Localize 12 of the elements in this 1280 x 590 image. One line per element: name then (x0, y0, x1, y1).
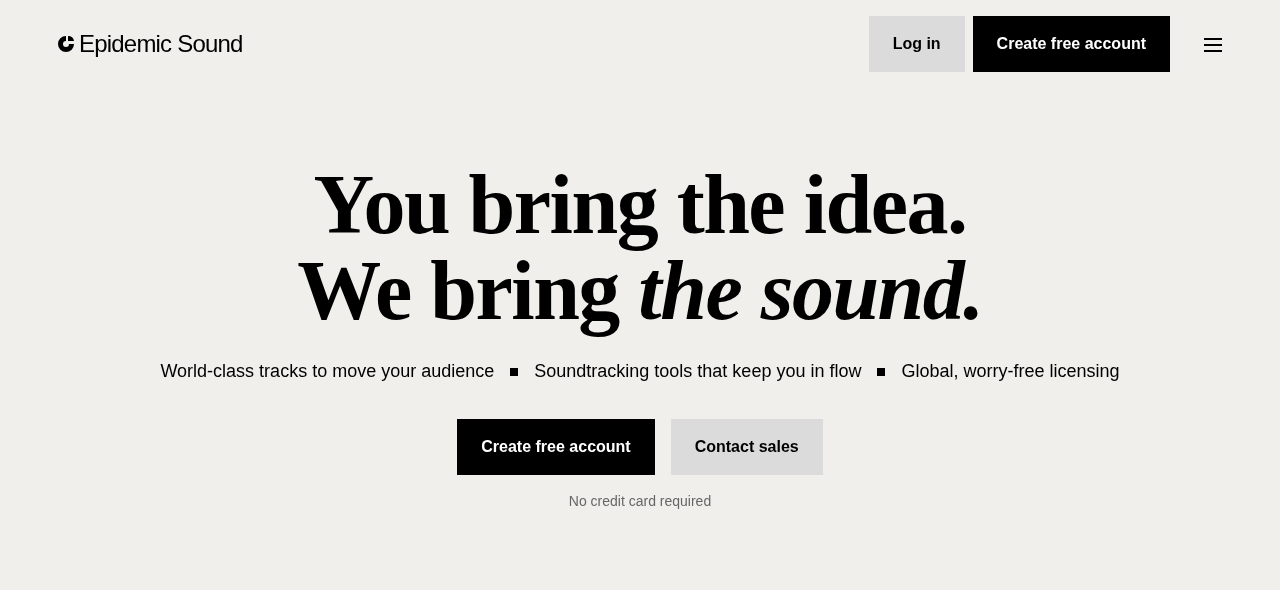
note-text: No credit card required (568, 492, 712, 511)
bullet-icon (510, 367, 519, 376)
feature-text: Soundtracking tools that keep you in flow (534, 360, 862, 383)
logo-text[interactable]: Epidemic Sound (79, 26, 243, 62)
button[interactable]: Create free account (972, 16, 1170, 72)
feature-text: World-class tracks to move your audience (160, 360, 495, 383)
bullet-icon (877, 367, 886, 376)
button[interactable]: Create free account (457, 419, 655, 475)
button[interactable]: Log in (868, 16, 965, 72)
button[interactable]: Contact sales (670, 419, 823, 475)
logo-icon (57, 35, 75, 53)
feature-text: Global, worry-free licensing (901, 360, 1120, 383)
